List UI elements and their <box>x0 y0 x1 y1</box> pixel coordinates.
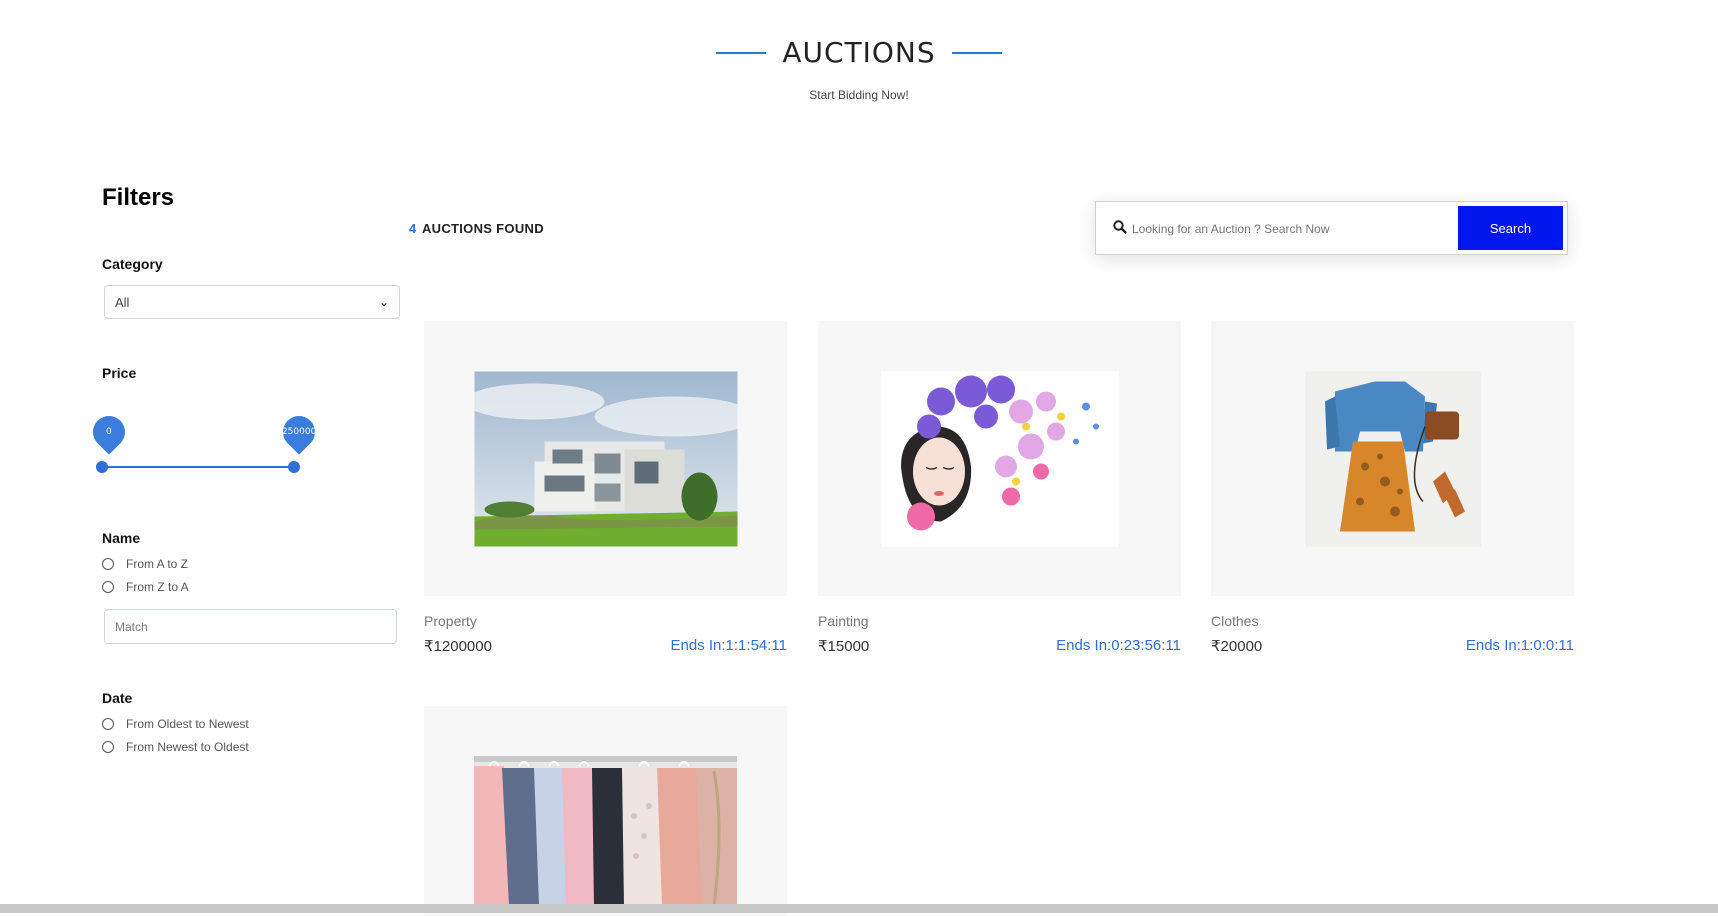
auction-price: ₹15000 <box>818 638 870 655</box>
auction-name[interactable]: Painting <box>818 613 869 629</box>
filters-title: Filters <box>102 184 175 211</box>
name-sort-label: Name <box>102 530 141 546</box>
results-count-number: 4 <box>409 221 417 236</box>
chevron-down-icon: ⌄ <box>378 295 389 309</box>
auction-thumbnail[interactable] <box>1211 321 1574 596</box>
auction-ends-in: Ends In:1:1:54:11 <box>670 637 787 654</box>
auction-ends-in: Ends In:0:23:56:11 <box>1056 637 1181 654</box>
slider-track <box>102 466 294 468</box>
auction-name[interactable]: Property <box>424 613 477 629</box>
match-input[interactable] <box>104 609 397 644</box>
category-label: Category <box>102 256 163 272</box>
radio-button[interactable] <box>102 741 114 753</box>
auction-search-bar: Search <box>1095 201 1568 255</box>
name-option-a-z[interactable]: From A to Z <box>102 557 188 571</box>
slider-min-tooltip: 0 <box>86 409 132 455</box>
clothes-rack-image <box>474 756 737 906</box>
date-option-newest-first[interactable]: From Newest to Oldest <box>102 740 249 754</box>
radio-label: From Oldest to Newest <box>126 717 249 731</box>
radio-label: From Newest to Oldest <box>126 740 249 754</box>
radio-button[interactable] <box>102 718 114 730</box>
date-sort-label: Date <box>102 690 133 706</box>
radio-button[interactable] <box>102 581 114 593</box>
auction-thumbnail[interactable] <box>424 321 787 596</box>
name-option-z-a[interactable]: From Z to A <box>102 580 189 594</box>
page-header: AUCTIONS <box>0 36 1718 69</box>
date-option-oldest-first[interactable]: From Oldest to Newest <box>102 717 249 731</box>
modern-house-image <box>474 371 737 546</box>
search-icon <box>1113 220 1127 234</box>
auction-thumbnail[interactable] <box>818 321 1181 596</box>
slider-max-tooltip: 250000 <box>276 409 322 455</box>
auction-price: ₹20000 <box>1211 638 1263 655</box>
title-rule-right <box>951 51 1002 54</box>
slider-max-handle[interactable] <box>288 461 300 473</box>
flower-painting-image <box>880 371 1119 546</box>
slider-min-handle[interactable] <box>96 461 108 473</box>
radio-label: From A to Z <box>126 557 189 571</box>
outfit-flatlay-image <box>1304 371 1481 546</box>
horizontal-scrollbar[interactable] <box>0 904 1718 913</box>
auction-thumbnail[interactable] <box>424 706 787 916</box>
page-subtitle: Start Bidding Now! <box>809 88 909 102</box>
auction-price: ₹1200000 <box>424 638 492 655</box>
search-input[interactable] <box>1130 210 1454 248</box>
category-select[interactable]: All ⌄ <box>104 285 400 319</box>
title-rule-left <box>716 51 767 54</box>
price-range-slider[interactable]: 0 250000 <box>86 409 322 476</box>
search-button[interactable]: Search <box>1458 206 1563 250</box>
results-count: 4 AUCTIONS FOUND <box>409 221 544 236</box>
price-label: Price <box>102 365 137 381</box>
radio-button[interactable] <box>102 558 114 570</box>
results-count-label: AUCTIONS FOUND <box>421 221 544 236</box>
page-title: AUCTIONS <box>782 36 936 69</box>
category-selected-value: All <box>115 294 130 310</box>
radio-label: From Z to A <box>126 580 189 594</box>
auction-ends-in: Ends In:1:0:0:11 <box>1465 637 1574 654</box>
auction-name[interactable]: Clothes <box>1211 613 1258 629</box>
